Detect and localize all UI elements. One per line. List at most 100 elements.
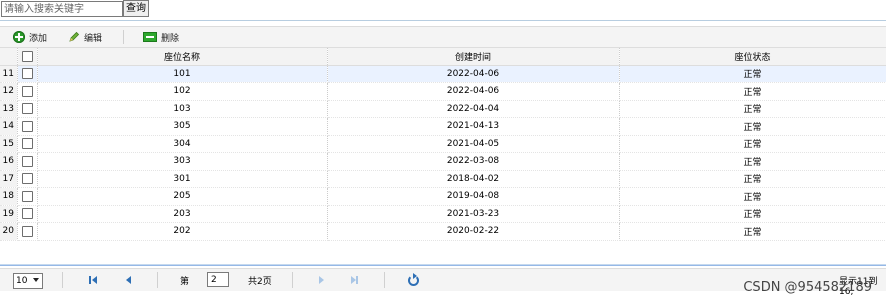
- seat-name-cell: 202: [37, 222, 328, 241]
- seat-name-cell: 203: [37, 205, 328, 223]
- table-row[interactable]: 17 301 2018-04-02 正常: [0, 170, 886, 188]
- created-time-cell: 2021-04-05: [327, 135, 620, 153]
- seat-name-cell: 301: [37, 170, 328, 188]
- column-header[interactable]: 座位状态: [619, 48, 886, 66]
- add-icon: [13, 31, 25, 43]
- created-time-cell: 2022-03-08: [327, 152, 620, 171]
- pager-separator: [292, 272, 293, 288]
- edit-label: 编辑: [84, 33, 103, 44]
- created-time-cell: 2021-03-23: [327, 205, 620, 223]
- row-select-cell[interactable]: [17, 117, 38, 136]
- page-label: 第: [180, 277, 190, 287]
- data-table: 座位名称 创建时间 座位状态 11 101 2022-04-06 正常 12 102 202…: [0, 48, 886, 241]
- table-row[interactable]: 20 202 2020-02-22 正常: [0, 222, 886, 241]
- seat-name-cell: 304: [37, 135, 328, 153]
- toolbar-separator: [123, 30, 124, 44]
- pager-separator: [384, 272, 385, 288]
- created-time-cell: 2019-04-08: [327, 187, 620, 206]
- search-input[interactable]: [1, 1, 123, 17]
- row-select-cell[interactable]: [17, 187, 38, 206]
- seat-status-cell: 正常: [619, 65, 886, 83]
- row-number: 18: [0, 187, 18, 206]
- refresh-icon[interactable]: [408, 273, 419, 286]
- delete-button[interactable]: 删除: [143, 30, 179, 44]
- seat-name-cell: 101: [37, 65, 328, 83]
- table-row[interactable]: 14 305 2021-04-13 正常: [0, 117, 886, 136]
- row-number: 14: [0, 117, 18, 136]
- next-page-icon[interactable]: [317, 275, 327, 285]
- page-size-select[interactable]: 10: [13, 273, 43, 289]
- last-page-icon[interactable]: [351, 275, 361, 285]
- select-all-checkbox[interactable]: [21, 50, 33, 62]
- row-number: 12: [0, 82, 18, 101]
- row-checkbox[interactable]: [21, 190, 33, 202]
- grid-toolbar: 添加 编辑 删除: [0, 27, 886, 48]
- row-number: 13: [0, 100, 18, 118]
- created-time-cell: 2022-04-06: [327, 82, 620, 101]
- row-select-cell[interactable]: [17, 65, 38, 83]
- seat-status-cell: 正常: [619, 205, 886, 223]
- pager-separator: [62, 272, 63, 288]
- row-select-cell[interactable]: [17, 170, 38, 188]
- table-row[interactable]: 11 101 2022-04-06 正常: [0, 65, 886, 83]
- table-row[interactable]: 12 102 2022-04-06 正常: [0, 82, 886, 101]
- table-row[interactable]: 13 103 2022-04-04 正常: [0, 100, 886, 118]
- pager-separator: [157, 272, 158, 288]
- seat-status-cell: 正常: [619, 170, 886, 188]
- seat-name-cell: 102: [37, 82, 328, 101]
- row-checkbox[interactable]: [21, 85, 33, 97]
- column-header[interactable]: 创建时间: [327, 48, 620, 66]
- delete-icon: [143, 32, 157, 42]
- row-select-cell[interactable]: [17, 100, 38, 118]
- table-row[interactable]: 18 205 2019-04-08 正常: [0, 187, 886, 206]
- watermark-text: CSDN @954582189: [743, 280, 872, 295]
- seat-status-cell: 正常: [619, 152, 886, 171]
- seat-status-cell: 正常: [619, 100, 886, 118]
- row-checkbox[interactable]: [21, 120, 33, 132]
- page-number-input[interactable]: 2: [207, 272, 229, 287]
- row-select-cell[interactable]: [17, 135, 38, 153]
- table-header-row: 座位名称 创建时间 座位状态: [0, 48, 886, 66]
- row-select-cell[interactable]: [17, 205, 38, 223]
- seat-name-cell: 205: [37, 187, 328, 206]
- row-checkbox[interactable]: [21, 138, 33, 150]
- rownum-header: [0, 48, 18, 66]
- seat-status-cell: 正常: [619, 117, 886, 136]
- row-number: 20: [0, 222, 18, 241]
- select-all-cell[interactable]: [17, 48, 38, 66]
- add-button[interactable]: 添加: [13, 30, 47, 44]
- edit-button[interactable]: 编辑: [68, 30, 102, 44]
- search-button[interactable]: 查询: [123, 0, 149, 17]
- first-page-icon[interactable]: [89, 275, 99, 285]
- created-time-cell: 2021-04-13: [327, 117, 620, 136]
- row-checkbox[interactable]: [21, 155, 33, 167]
- row-select-cell[interactable]: [17, 82, 38, 101]
- table-row[interactable]: 15 304 2021-04-05 正常: [0, 135, 886, 153]
- add-label: 添加: [29, 33, 48, 44]
- row-select-cell[interactable]: [17, 222, 38, 241]
- row-checkbox[interactable]: [21, 103, 33, 115]
- datagrid-panel: 添加 编辑 删除 座位名称 创建时间 座位状态 11 101 2022-04-0…: [0, 26, 886, 297]
- row-checkbox[interactable]: [21, 68, 33, 80]
- divider: [0, 264, 886, 265]
- row-select-cell[interactable]: [17, 152, 38, 171]
- seat-status-cell: 正常: [619, 82, 886, 101]
- seat-name-cell: 103: [37, 100, 328, 118]
- prev-page-icon[interactable]: [124, 275, 134, 285]
- search-bar: 查询: [0, 0, 886, 20]
- row-checkbox[interactable]: [21, 225, 33, 237]
- edit-icon: [69, 31, 80, 42]
- seat-name-cell: 303: [37, 152, 328, 171]
- page-size-value: 10: [16, 276, 28, 286]
- total-pages-label: 共2页: [248, 277, 272, 287]
- row-checkbox[interactable]: [21, 173, 33, 185]
- created-time-cell: 2022-04-04: [327, 100, 620, 118]
- column-header[interactable]: 座位名称: [37, 48, 328, 66]
- table-row[interactable]: 19 203 2021-03-23 正常: [0, 205, 886, 223]
- row-checkbox[interactable]: [21, 208, 33, 220]
- divider: [0, 20, 886, 21]
- seat-status-cell: 正常: [619, 135, 886, 153]
- seat-status-cell: 正常: [619, 187, 886, 206]
- table-row[interactable]: 16 303 2022-03-08 正常: [0, 152, 886, 171]
- delete-label: 删除: [161, 33, 180, 44]
